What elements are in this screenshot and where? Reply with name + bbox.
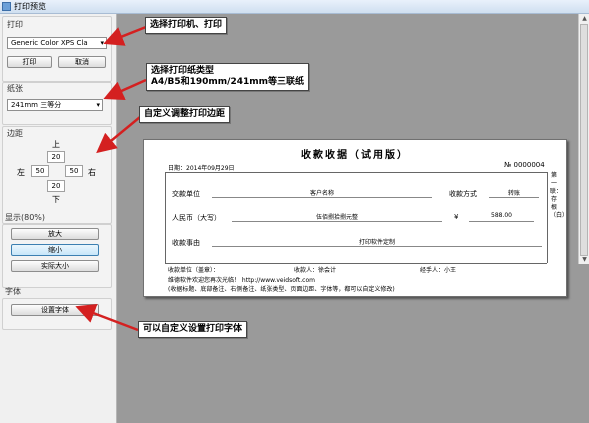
callout-paper-line1: 选择打印纸类型 [151,66,215,76]
arrow-paper [103,78,147,101]
arrow-printer [103,25,147,46]
arrow-margins [96,116,141,154]
callout-margins-text: 自定义调整打印边距 [144,109,226,119]
callout-printer: 选择打印机、打印 [145,17,228,34]
arrow-font [75,303,139,332]
callout-paper-line2: A4/B5和190mm/241mm等三联纸 [151,77,305,87]
callout-printer-text: 选择打印机、打印 [150,20,223,30]
callout-paper: 选择打印纸类型 A4/B5和190mm/241mm等三联纸 [146,63,310,91]
callout-font: 可以自定义设置打印字体 [138,321,248,338]
callout-font-text: 可以自定义设置打印字体 [143,324,243,334]
callout-margins: 自定义调整打印边距 [139,106,231,123]
